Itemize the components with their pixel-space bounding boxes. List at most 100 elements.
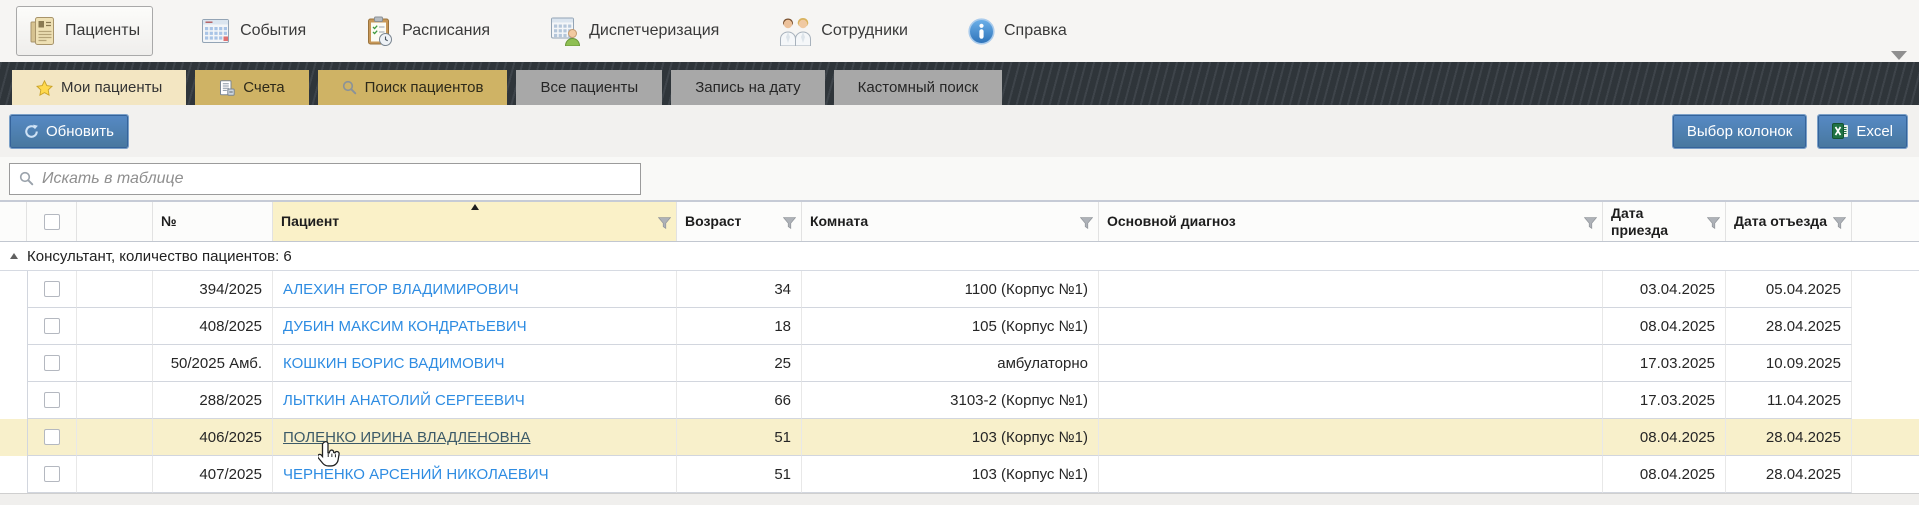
table-search-input[interactable]	[42, 170, 631, 188]
column-header-label: №	[161, 213, 191, 229]
row-blank-cell	[77, 271, 153, 308]
cell-patient: ЧЕРНЕНКО АРСЕНИЙ НИКОЛАЕВИЧ	[273, 456, 677, 493]
group-collapse-icon[interactable]	[10, 253, 18, 259]
tab-booking-by-date[interactable]: Запись на дату	[671, 70, 824, 105]
toolbar-button-label: Пациенты	[65, 22, 140, 40]
cell-arrival: 08.04.2025	[1603, 419, 1726, 456]
column-header-age[interactable]: Возраст	[677, 202, 802, 241]
cell-diagnosis	[1099, 456, 1603, 493]
tab-custom-search[interactable]: Кастомный поиск	[834, 70, 1002, 105]
cell-age: 34	[677, 271, 802, 308]
row-checkbox[interactable]	[44, 466, 60, 482]
excel-label: Excel	[1856, 123, 1893, 140]
choose-columns-button[interactable]: Выбор колонок	[1673, 115, 1806, 148]
table-header-row: № ПациентВозрастКомната Основной диагноз Да…	[0, 202, 1919, 242]
column-header-num[interactable]: №	[153, 202, 273, 241]
filter-icon[interactable]	[658, 216, 671, 232]
invoice-icon	[219, 80, 235, 96]
bottom-strip	[0, 493, 1919, 505]
refresh-button[interactable]: Обновить	[10, 115, 128, 148]
tab-patient-search[interactable]: Поиск пациентов	[318, 70, 508, 105]
filter-icon[interactable]	[1707, 216, 1720, 232]
filter-icon[interactable]	[1833, 216, 1846, 232]
cell-departure: 28.04.2025	[1726, 456, 1852, 493]
table-body: 394/2025АЛЕХИН ЕГОР ВЛАДИМИРОВИЧ341100 (…	[0, 271, 1919, 493]
toolbar-button-schedules[interactable]: Расписания	[354, 6, 502, 56]
dispatch-icon	[550, 16, 580, 46]
cell-arrival: 17.03.2025	[1603, 382, 1726, 419]
cell-age: 25	[677, 345, 802, 382]
toolbar-button-events[interactable]: События	[189, 6, 318, 56]
row-checkbox[interactable]	[44, 318, 60, 334]
top-toolbar: Пациенты События Расписания Диспетчеризация…	[0, 0, 1919, 62]
tab-label: Поиск пациентов	[365, 79, 484, 96]
patient-link[interactable]: ЛЫТКИН АНАТОЛИЙ СЕРГЕЕВИЧ	[283, 392, 525, 409]
tab-invoices[interactable]: Счета	[195, 70, 308, 105]
table-row[interactable]: 50/2025 Амб.КОШКИН БОРИС ВАДИМОВИЧ25амбу…	[0, 345, 1919, 382]
column-header-label: Основной диагноз	[1107, 213, 1250, 229]
cell-departure: 11.04.2025	[1726, 382, 1852, 419]
column-header-room[interactable]: Комната	[802, 202, 1099, 241]
excel-icon	[1832, 123, 1849, 139]
table-row[interactable]: 288/2025ЛЫТКИН АНАТОЛИЙ СЕРГЕЕВИЧ663103-…	[0, 382, 1919, 419]
tab-label: Все пациенты	[540, 79, 638, 96]
cell-departure: 28.04.2025	[1726, 308, 1852, 345]
row-blank-cell	[77, 419, 153, 456]
table-row[interactable]: 394/2025АЛЕХИН ЕГОР ВЛАДИМИРОВИЧ341100 (…	[0, 271, 1919, 308]
toolbar-button-employees[interactable]: Сотрудники	[767, 6, 920, 56]
patient-link[interactable]: ДУБИН МАКСИМ КОНДРАТЬЕВИЧ	[283, 318, 527, 335]
toolbar-button-patients[interactable]: Пациенты	[16, 6, 153, 56]
filter-icon[interactable]	[1080, 216, 1093, 232]
select-all-checkbox[interactable]	[44, 214, 60, 230]
toolbar-button-help[interactable]: Справка	[956, 6, 1079, 56]
refresh-label: Обновить	[46, 123, 114, 140]
cell-arrival: 17.03.2025	[1603, 345, 1726, 382]
refresh-icon	[24, 124, 39, 139]
toolbar-button-label: Сотрудники	[821, 22, 908, 40]
search-input-wrap[interactable]	[9, 163, 641, 195]
filter-icon[interactable]	[783, 216, 796, 232]
patient-link[interactable]: ПОЛЕНКО ИРИНА ВЛАДЛЕНОВНА	[283, 429, 530, 446]
cell-num: 407/2025	[153, 456, 273, 493]
excel-export-button[interactable]: Excel	[1818, 115, 1907, 148]
column-header-diagnosis[interactable]: Основной диагноз	[1099, 202, 1603, 241]
star-icon	[36, 80, 53, 96]
patient-link[interactable]: ЧЕРНЕНКО АРСЕНИЙ НИКОЛАЕВИЧ	[283, 466, 549, 483]
group-row[interactable]: Консультант, количество пациентов: 6	[0, 242, 1919, 271]
row-filler-cell	[1852, 345, 1919, 382]
table-row[interactable]: 408/2025ДУБИН МАКСИМ КОНДРАТЬЕВИЧ18105 (…	[0, 308, 1919, 345]
patient-link[interactable]: АЛЕХИН ЕГОР ВЛАДИМИРОВИЧ	[283, 281, 519, 298]
help-icon	[968, 18, 995, 45]
toolbar-button-label: Справка	[1004, 22, 1067, 40]
row-checkbox[interactable]	[44, 392, 60, 408]
patient-link[interactable]: КОШКИН БОРИС ВАДИМОВИЧ	[283, 355, 505, 372]
patients-table: № ПациентВозрастКомната Основной диагноз Да…	[0, 202, 1919, 493]
tab-all-patients[interactable]: Все пациенты	[516, 70, 662, 105]
column-header-patient[interactable]: Пациент	[273, 202, 677, 241]
column-header-arrival[interactable]: Дата приезда	[1603, 202, 1726, 241]
toolbar-button-label: Диспетчеризация	[589, 22, 719, 40]
toolbar-button-label: События	[240, 22, 306, 40]
column-header-departure[interactable]: Дата отъезда	[1726, 202, 1852, 241]
cell-departure: 28.04.2025	[1726, 419, 1852, 456]
row-blank-cell	[77, 382, 153, 419]
row-checkbox[interactable]	[44, 355, 60, 371]
row-filler-cell	[1852, 308, 1919, 345]
row-checkbox-cell	[27, 382, 77, 419]
column-header-label: Дата отъезда	[1734, 213, 1841, 229]
row-checkbox[interactable]	[44, 281, 60, 297]
employees-icon	[779, 16, 812, 46]
row-expander-cell	[0, 345, 27, 382]
row-filler-cell	[1852, 456, 1919, 493]
action-bar: Обновить Выбор колонок Excel	[0, 105, 1919, 157]
table-row[interactable]: 406/2025ПОЛЕНКО ИРИНА ВЛАДЛЕНОВНА51103 (…	[0, 419, 1919, 456]
toolbar-button-dispatch[interactable]: Диспетчеризация	[538, 6, 731, 56]
tab-my-patients[interactable]: Мои пациенты	[12, 70, 186, 105]
cell-departure: 10.09.2025	[1726, 345, 1852, 382]
row-checkbox[interactable]	[44, 429, 60, 445]
filter-icon[interactable]	[1584, 216, 1597, 232]
toolbar-overflow-arrow[interactable]	[1891, 51, 1907, 60]
events-icon	[201, 17, 231, 45]
table-row[interactable]: 407/2025ЧЕРНЕНКО АРСЕНИЙ НИКОЛАЕВИЧ51103…	[0, 456, 1919, 493]
row-blank-cell	[77, 345, 153, 382]
